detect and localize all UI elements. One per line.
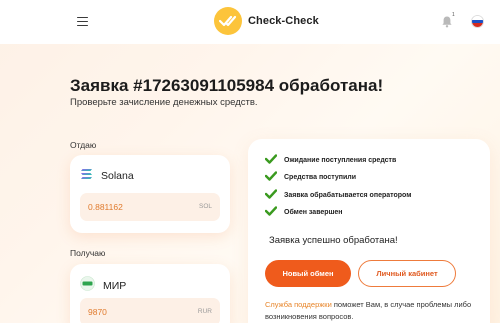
receive-coin-name: МИР: [103, 280, 127, 292]
give-amount-field[interactable]: 0.881162 SOL: [80, 193, 220, 221]
logo-check-icon: [214, 7, 242, 35]
check-icon: [264, 186, 278, 204]
receive-coin-row: МИР: [80, 276, 126, 296]
receive-label: Получаю: [70, 248, 106, 258]
status-card: Ожидание поступления средств Средства по…: [248, 139, 490, 323]
support-link[interactable]: Служба поддержки: [265, 300, 332, 309]
success-message: Заявка успешно обработана!: [269, 235, 398, 246]
give-coin-row: Solana: [80, 167, 134, 185]
notification-count: 1: [452, 12, 455, 18]
status-step-label: Обмен завершен: [284, 208, 343, 216]
status-step-label: Средства поступили: [284, 173, 357, 181]
mir-card-icon: [80, 276, 95, 296]
logo-text: Check-Check: [248, 15, 319, 27]
check-icon: [264, 168, 278, 186]
check-icon: [264, 203, 278, 221]
status-step-label: Заявка обрабатывается оператором: [284, 191, 412, 199]
new-exchange-button[interactable]: Новый обмен: [265, 260, 351, 287]
receive-currency: RUR: [197, 308, 212, 315]
russia-flag-icon[interactable]: [471, 15, 484, 28]
give-coin-name: Solana: [101, 170, 134, 182]
check-icon: [264, 151, 278, 169]
status-step: Ожидание поступления средств: [264, 151, 397, 169]
status-step: Средства поступили: [264, 168, 357, 186]
solana-icon: [80, 167, 93, 185]
give-label: Отдаю: [70, 140, 97, 150]
give-amount-value: 0.881162: [88, 202, 123, 212]
page-subtitle: Проверьте зачисление денежных средств.: [70, 97, 258, 108]
top-header: Check-Check 1: [0, 0, 500, 44]
status-step: Обмен завершен: [264, 203, 343, 221]
logo[interactable]: Check-Check: [214, 7, 319, 35]
personal-cabinet-button[interactable]: Личный кабинет: [358, 260, 456, 287]
receive-amount-field[interactable]: 9870 RUR: [80, 298, 220, 323]
receive-amount-value: 9870: [88, 307, 107, 317]
status-step-label: Ожидание поступления средств: [284, 156, 397, 164]
receive-card: МИР 9870 RUR: [70, 264, 230, 323]
status-step: Заявка обрабатывается оператором: [264, 186, 412, 204]
support-note: Служба поддержки поможет Вам, в случае п…: [265, 299, 480, 323]
page-title: Заявка #17263091105984 обработана!: [70, 76, 384, 95]
give-currency: SOL: [198, 203, 212, 210]
give-card: Solana 0.881162 SOL: [70, 155, 230, 233]
menu-icon[interactable]: [77, 17, 88, 26]
